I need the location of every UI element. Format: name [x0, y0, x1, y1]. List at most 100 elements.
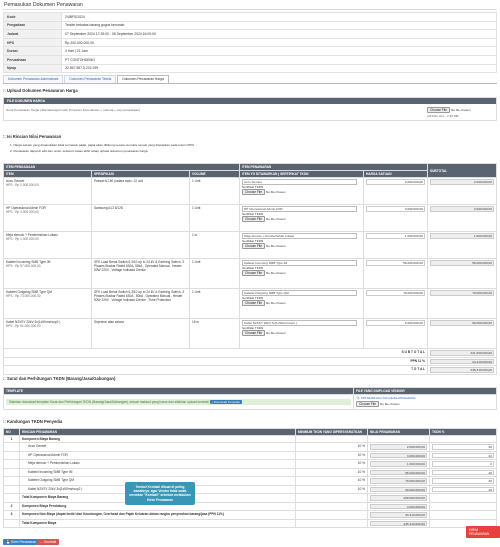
row-min: 10 % [295, 450, 368, 460]
nilai-field: 56.000.000,00 [370, 469, 427, 475]
info-key: Kode [3, 12, 62, 22]
kirim-penawaran-button[interactable]: 💾 Kirim Penawaran [3, 539, 40, 545]
row-min: 10 % [295, 484, 368, 494]
row-min [295, 435, 368, 443]
tkdn-pct-input[interactable]: 22 [432, 452, 494, 458]
row-name: Accu Genset [19, 442, 296, 452]
upload-note: pdf Max size : 2.98 MB [427, 114, 459, 118]
info-row: HPS Rp 200.000.000,00 [3, 37, 497, 48]
tkdn-pct-input[interactable]: 20 [432, 478, 494, 484]
col-item: ITEM [3, 170, 92, 178]
col-item-ditawarkan: ITEM YG DITAWARKAN ( SERTIFIKAT TKDN [239, 170, 364, 178]
nilai-field: 4.000.000,00 [370, 503, 427, 509]
uploaded-file-link[interactable]: 📎 15f13a4b6-f2ef-721d-9e6a-2f6d1a9ef9e [356, 396, 494, 400]
row-name: HP Operasional Admin FOR [19, 450, 296, 460]
rincian-row: Accu Genset HPS : Rp 2.000.000,00 Passat N… [3, 177, 497, 205]
info-row: Npwp 32.567.987.5-232.299 [3, 63, 497, 74]
download-template-button[interactable]: ⤓ Download Template [209, 400, 242, 404]
group-pengadaan: ITEM PENGADAAN [3, 163, 240, 171]
row-no: 3 [3, 510, 20, 520]
sertifikat-file-picker[interactable]: Choose File No file chosen [242, 216, 361, 222]
sertifikat-file-picker[interactable]: Choose File No file chosen [242, 270, 361, 276]
row-min: 10 % [295, 467, 368, 477]
total-label: S U B T O T A L [3, 348, 428, 358]
item-hps: HPS : Rp 91.000.000,00 [6, 324, 41, 328]
kirim-penawaran-red-button[interactable]: KIRIM PENAWARAN [466, 526, 500, 538]
file-status: No file chosen [451, 108, 471, 112]
col-min-tkdn: MINIMUM TKDN YANG DIPERSYARATKAN [295, 428, 368, 436]
tkdn-file-status: No file chosen [379, 402, 400, 406]
info-row: Perusahaan PT CONTOHDEMO [3, 54, 497, 65]
rincian-row: Kabel N2XSY 20kV 3x(1x50rm/rsup2 ) HPS : … [3, 318, 497, 349]
total-value: 24.310.000,00 [430, 358, 494, 364]
info-key: Durasi [3, 46, 62, 56]
harga-satuan-input[interactable]: 1.000.000,00 [366, 233, 425, 239]
kandungan-row: Meja demolo + Pemberisihan Lokasi 10 % 1.0… [3, 459, 497, 469]
row-no [3, 476, 20, 486]
tkdn-pct-input[interactable]: 20 [432, 486, 494, 492]
col-harga-satuan: HARGA SATUAN [363, 170, 428, 178]
file-status: No file chosen [265, 244, 286, 248]
row-no [3, 467, 20, 477]
sertifikat-file-picker[interactable]: Choose File No file chosen [242, 189, 361, 195]
total-row: T O T A L 245.310.000,00 [3, 365, 497, 375]
info-row: Jadwal 07 September 2024 17:25:00 - 08 Se… [3, 29, 497, 39]
row-min: 10 % [295, 442, 368, 452]
choose-file-button[interactable]: Choose File [242, 243, 266, 249]
choose-file-button[interactable]: Choose File [427, 107, 451, 113]
row-min [295, 501, 368, 511]
tkdn-file-picker[interactable]: Choose File No file chosen [356, 401, 494, 407]
nilai-field: 3.000.000,00 [370, 452, 427, 458]
tab-harga[interactable]: Dokumen Penawaran Harga [117, 75, 169, 83]
choose-file-button[interactable]: Choose File [242, 216, 266, 222]
nilai-field: 245.310.000,00 [370, 520, 427, 526]
tkdn-pct-input[interactable]: 20 [432, 469, 494, 475]
row-min: 10 % [295, 476, 368, 486]
sertifikat-file-picker[interactable]: Choose File No file chosen [242, 300, 361, 306]
harga-satuan-input[interactable]: 3.000.000,00 [366, 206, 425, 212]
row-no [3, 450, 20, 460]
rincian-row: Meja demolo + Pemberisihan Lokasi HPS : R… [3, 231, 497, 259]
tkdn-pct-input[interactable]: 40 [432, 444, 494, 450]
item-spec [91, 231, 190, 259]
choose-file-button[interactable]: Choose File [242, 300, 266, 306]
kandungan-row: Total Komponen Biaya 245.310.000,00 [3, 518, 497, 528]
choose-file-button[interactable]: Choose File [242, 189, 266, 195]
kandungan-row: Kabelel Incoming SMB Type IM 10 % 56.000.0… [3, 467, 497, 477]
file-status: No file chosen [265, 190, 286, 194]
row-name: Komponen Non Biaya (dapat terdiri dari K… [19, 510, 296, 520]
item-volume: 1 Unit [189, 204, 240, 232]
info-row: Kode 24IBFS/2024 [3, 12, 497, 22]
tkdn-choose-file-button[interactable]: Choose File [356, 401, 380, 407]
choose-file-button[interactable]: Choose File [242, 330, 266, 336]
nilai-field: 208.000.000,00 [370, 495, 427, 501]
upload-box: FILE DOKUMEN HARGA Surat Penawaran Harga… [3, 97, 497, 121]
row-name: Komponen Biaya Barang [19, 435, 296, 443]
col-no: NO [3, 428, 20, 436]
harga-satuan-input[interactable]: 70.000.000,00 [366, 290, 425, 296]
tab-bar: Dokumen Penawaran Administrasi Dokumen P… [3, 75, 170, 83]
item-hps: HPS : Rp 1.000.000,00 [6, 237, 39, 241]
info-value: 07 September 2024 17:25:00 - 08 Septembe… [61, 29, 497, 39]
tab-administrasi[interactable]: Dokumen Penawaran Administrasi [3, 75, 64, 83]
item-spec: Supreme atau setara [91, 318, 190, 349]
kembali-button[interactable]: ← Kembali [37, 539, 60, 545]
choose-file-button[interactable]: Choose File [242, 270, 266, 276]
item-spec: SFK Load Break Switch 6,3/10 up to 24 kV… [91, 258, 190, 289]
row-name: Meja demolo + Pemberisihan Lokasi [19, 459, 296, 469]
harga-satuan-input[interactable]: 56.000.000,00 [366, 260, 425, 266]
tkdn-pct-input[interactable]: 0 [432, 461, 494, 467]
upload-file-picker[interactable]: Choose File No file chosen [427, 107, 471, 113]
nilai-field: 1.000.000,00 [370, 461, 427, 467]
template-text: Silahkan download template Surat dan Per… [9, 400, 209, 404]
harga-satuan-input[interactable]: 6.000.000,00 [366, 320, 425, 326]
harga-satuan-input[interactable]: 2.000.000,00 [366, 179, 425, 185]
tab-teknis[interactable]: Dokumen Penawaran Teknis [64, 75, 117, 83]
item-volume: 15 m [189, 318, 240, 349]
row-no [3, 518, 20, 528]
sertifikat-file-picker[interactable]: Choose File No file chosen [242, 243, 361, 249]
sertifikat-file-picker[interactable]: Choose File No file chosen [242, 330, 361, 336]
info-key: HPS [3, 37, 62, 48]
kandungan-row: Kabel N2XSY 20kV 3x(1x50rm/rsup2 ) 10 % 90… [3, 484, 497, 494]
uploaded-file-name: 15f13a4b6-f2ef-721d-9e6a-2f6d1a9ef9e [360, 396, 416, 400]
